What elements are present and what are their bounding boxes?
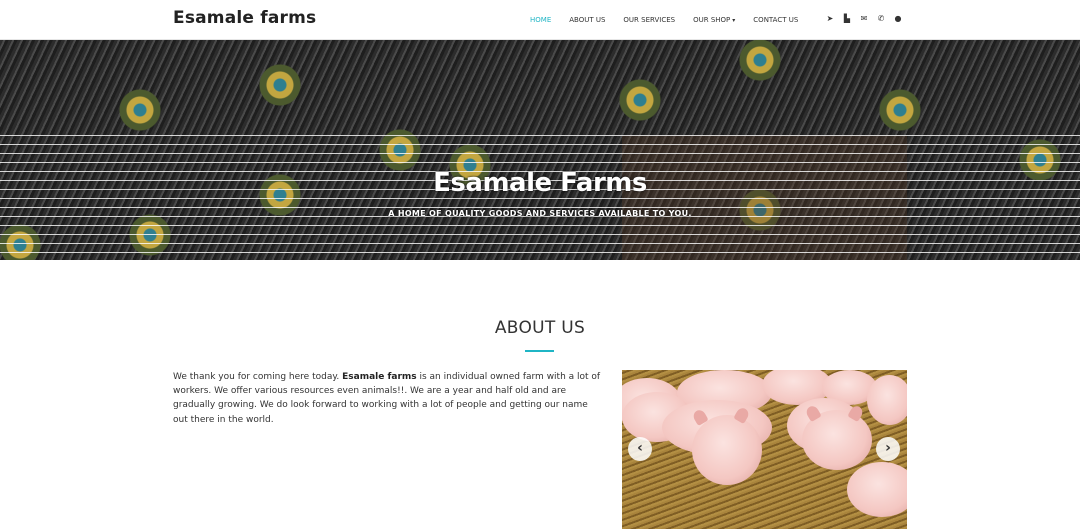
chevron-down-icon: ▾ [732, 17, 736, 24]
nav-link-contact-us[interactable]: CONTACT US [753, 16, 798, 24]
about-farm-name: Esamale farms [342, 372, 417, 382]
carousel-next-button[interactable]: › [876, 437, 900, 461]
about-heading: ABOUT US [494, 318, 586, 338]
nav-link-our-shop-label: OUR SHOP [693, 16, 731, 24]
hero-subtitle: A HOME OF QUALITY GOODS AND SERVICES AVA… [388, 209, 692, 218]
brand-logo-text[interactable]: Esamale farms [173, 8, 316, 28]
top-navbar: Esamale farms HOME ABOUT US OUR SERVICES… [0, 0, 1080, 40]
nav-link-home[interactable]: HOME [530, 16, 551, 24]
hero-banner: Esamale Farms A HOME OF QUALITY GOODS AN… [0, 40, 1080, 260]
nav-link-about-us[interactable]: ABOUT US [569, 16, 605, 24]
nav-link-our-shop[interactable]: OUR SHOP ▾ [693, 16, 735, 24]
envelope-icon[interactable]: ✉ [860, 13, 868, 25]
heading-underline [525, 350, 554, 352]
about-text-intro: We thank you for coming here today. [173, 372, 343, 382]
nav-link-our-services[interactable]: OUR SERVICES [623, 16, 675, 24]
phone-icon[interactable]: ✆ [877, 13, 885, 25]
location-arrow-icon[interactable]: ➤ [826, 13, 834, 25]
about-paragraph: We thank you for coming here today. Esam… [173, 370, 605, 427]
hero-title: Esamale Farms [433, 168, 647, 198]
image-carousel: ‹ › [622, 370, 907, 529]
user-icon[interactable]: ● [894, 13, 902, 25]
carousel-prev-button[interactable]: ‹ [628, 437, 652, 461]
pig-shape [692, 415, 762, 485]
cart-icon[interactable]: ▙ [843, 13, 851, 25]
pig-shape [847, 462, 907, 517]
pig-shape [867, 375, 907, 425]
nav-icon-group: ➤ ▙ ✉ ✆ ● [826, 13, 902, 25]
nav-menu: HOME ABOUT US OUR SERVICES OUR SHOP ▾ CON… [530, 14, 816, 26]
carousel-image-pigs [622, 370, 907, 529]
